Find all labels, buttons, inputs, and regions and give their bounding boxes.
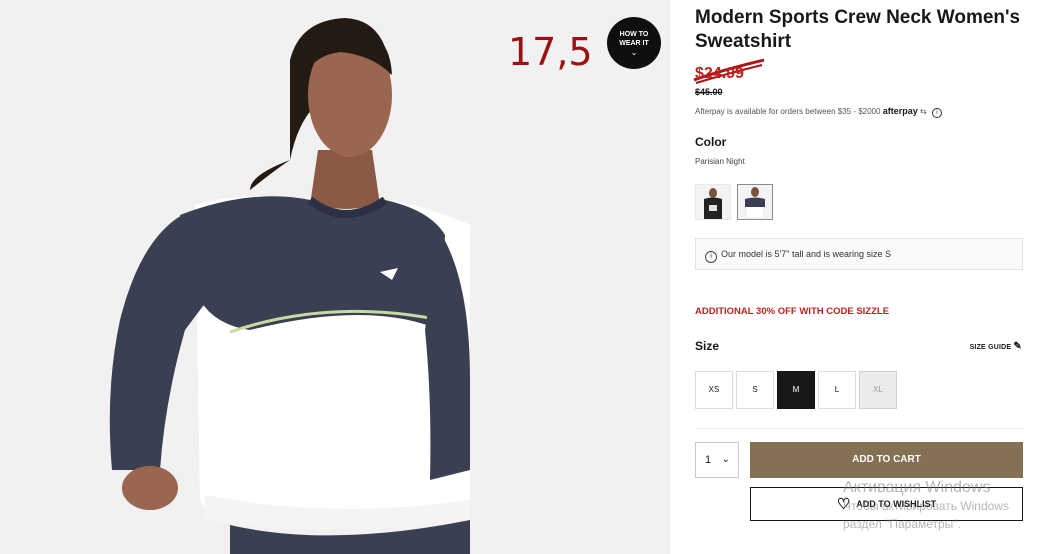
afterpay-text: Afterpay is available for orders between… [695,107,881,116]
chevron-down-icon: ⌄ [721,454,730,465]
divider [695,428,1023,429]
size-option-l[interactable]: L [818,371,856,409]
how-to-wear-line2: WEAR IT [619,40,649,47]
watermark-line3: раздел "Параметры". [843,517,961,531]
size-option-xl[interactable]: XL [859,371,897,409]
size-option-xs[interactable]: XS [695,371,733,409]
pencil-icon: ✎ [1013,341,1022,352]
color-name: Parisian Night [695,157,745,166]
chevron-down-icon: ⌄ [630,48,638,57]
sale-price: $24.99 [695,65,744,82]
product-title: Modern Sports Crew Neck Women's Sweatshi… [695,7,1021,52]
how-to-wear-line1: HOW TO [619,31,649,38]
quantity-select[interactable]: 1 ⌄ [695,442,739,478]
add-to-cart-button[interactable]: ADD TO CART [750,442,1023,478]
size-option-s[interactable]: S [736,371,774,409]
promo-banner: ADDITIONAL 30% OFF WITH CODE SIZZLE [695,306,890,317]
info-icon[interactable]: i [931,108,942,118]
original-price: $45.00 [695,87,723,97]
afterpay-note: Afterpay is available for orders between… [695,106,942,118]
size-label: Size [695,339,720,353]
how-to-wear-button[interactable]: HOW TO WEAR IT ⌄ [607,17,661,69]
watermark-line1: Активация Windows [843,479,991,496]
afterpay-logo: afterpay [882,106,918,116]
model-photo [0,0,670,554]
swatch-thumbnail [696,185,730,219]
size-guide-label: SIZE GUIDE [969,344,1012,351]
color-swatch-parisian-night[interactable] [737,184,773,220]
color-label: Color [695,135,727,149]
quantity-value: 1 [705,454,712,466]
afterpay-logo-icon: ⇆ [919,107,927,116]
size-guide-link[interactable]: SIZE GUIDE ✎ [970,341,1022,352]
model-note-text: Our model is 5'7" tall and is wearing si… [721,249,891,259]
swatch-thumbnail [738,185,772,219]
windows-activation-watermark: Активация Windows Чтобы активировать Win… [843,478,1009,533]
product-image[interactable]: 17,5 HOW TO WEAR IT ⌄ [0,0,670,554]
model-size-note: i Our model is 5'7" tall and is wearing s… [695,238,1023,270]
size-option-m[interactable]: M [777,371,815,409]
info-icon: i [705,251,717,263]
color-swatch-black[interactable] [695,184,731,220]
watermark-line2: Чтобы активировать Windows [843,499,1009,513]
handwritten-price-annotation: 17,5 [508,30,593,74]
